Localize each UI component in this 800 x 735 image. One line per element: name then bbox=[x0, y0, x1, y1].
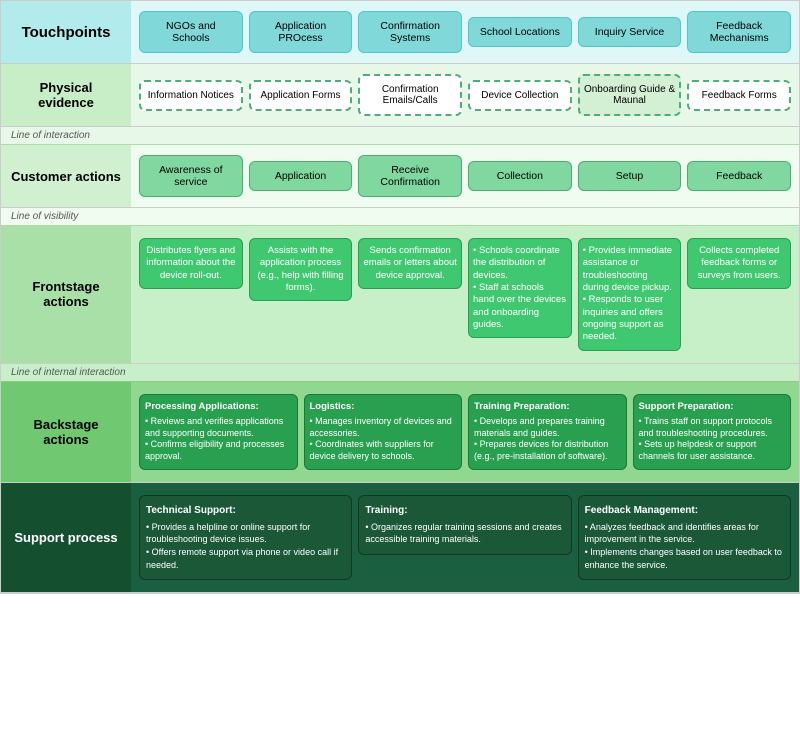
bs-title-2: Training Preparation: bbox=[474, 401, 621, 413]
frontstage-content: Distributes flyers and information about… bbox=[131, 226, 799, 363]
customer-actions-row: Customer actions Awareness of service Ap… bbox=[1, 145, 799, 208]
sp-text-0: • Provides a helpline or online support … bbox=[146, 521, 345, 571]
support-content: Technical Support: • Provides a helpline… bbox=[131, 483, 799, 592]
internal-line-label: Line of internal interaction bbox=[11, 367, 126, 378]
support-label-text: Support process bbox=[14, 530, 117, 545]
pe-item-5: Feedback Forms bbox=[687, 80, 791, 111]
bs-item-0: Processing Applications: • Reviews and v… bbox=[139, 394, 298, 470]
frontstage-label-text: Frontstage actions bbox=[11, 279, 121, 309]
sp-title-0: Technical Support: bbox=[146, 504, 345, 518]
physical-evidence-row: Physical evidence Information Notices Ap… bbox=[1, 64, 799, 127]
backstage-actions-label: Backstage actions bbox=[1, 382, 131, 482]
line-of-interaction: Line of interaction bbox=[1, 127, 799, 145]
fs-item-5: Collects completed feedback forms or sur… bbox=[687, 238, 791, 289]
pe-item-3: Device Collection bbox=[468, 80, 572, 111]
bs-text-3: • Trains staff on support protocols and … bbox=[639, 416, 786, 463]
tp-item-1: Application PROcess bbox=[249, 11, 353, 53]
customer-actions-label: Customer actions bbox=[1, 145, 131, 207]
tp-item-4: Inquiry Service bbox=[578, 17, 682, 47]
ca-item-2: Receive Confirmation bbox=[358, 155, 462, 197]
frontstage-actions-row: Frontstage actions Distributes flyers an… bbox=[1, 226, 799, 364]
sp-text-1: • Organizes regular training sessions an… bbox=[365, 521, 564, 546]
sp-item-1: Training: • Organizes regular training s… bbox=[358, 495, 571, 555]
backstage-actions-row: Backstage actions Processing Application… bbox=[1, 382, 799, 483]
touchpoints-content: NGOs and Schools Application PROcess Con… bbox=[131, 1, 799, 63]
bs-text-1: • Manages inventory of devices and acces… bbox=[310, 416, 457, 463]
ca-item-0: Awareness of service bbox=[139, 155, 243, 197]
customer-label-text: Customer actions bbox=[11, 169, 121, 184]
pe-item-2: Confirmation Emails/Calls bbox=[358, 74, 462, 116]
bs-item-1: Logistics: • Manages inventory of device… bbox=[304, 394, 463, 470]
physical-content: Information Notices Application Forms Co… bbox=[131, 64, 799, 126]
ca-item-5: Feedback bbox=[687, 161, 791, 191]
ca-item-1: Application bbox=[249, 161, 353, 191]
customer-content: Awareness of service Application Receive… bbox=[131, 145, 799, 207]
backstage-content: Processing Applications: • Reviews and v… bbox=[131, 382, 799, 482]
tp-item-3: School Locations bbox=[468, 17, 572, 47]
fs-item-3: • Schools coordinate the distribution of… bbox=[468, 238, 572, 338]
fs-item-2: Sends confirmation emails or letters abo… bbox=[358, 238, 462, 289]
bs-item-3: Support Preparation: • Trains staff on s… bbox=[633, 394, 792, 470]
touchpoints-label: Touchpoints bbox=[1, 1, 131, 63]
pe-item-1: Application Forms bbox=[249, 80, 353, 111]
ca-item-4: Setup bbox=[578, 161, 682, 191]
backstage-label-text: Backstage actions bbox=[11, 417, 121, 447]
pe-item-0: Information Notices bbox=[139, 80, 243, 111]
bs-title-1: Logistics: bbox=[310, 401, 457, 413]
sp-title-2: Feedback Management: bbox=[585, 504, 784, 518]
fs-item-0: Distributes flyers and information about… bbox=[139, 238, 243, 289]
ca-item-3: Collection bbox=[468, 161, 572, 191]
tp-item-5: Feedback Mechanisms bbox=[687, 11, 791, 53]
line-of-internal-interaction: Line of internal interaction bbox=[1, 364, 799, 382]
bs-text-2: • Develops and prepares training materia… bbox=[474, 416, 621, 463]
pe-item-4: Onboarding Guide & Maunal bbox=[578, 74, 682, 116]
bs-text-0: • Reviews and verifies applications and … bbox=[145, 416, 292, 463]
support-process-row: Support process Technical Support: • Pro… bbox=[1, 483, 799, 593]
visibility-line-label: Line of visibility bbox=[11, 211, 78, 222]
bs-title-3: Support Preparation: bbox=[639, 401, 786, 413]
physical-label-text: Physical evidence bbox=[11, 80, 121, 110]
sp-text-2: • Analyzes feedback and identifies areas… bbox=[585, 521, 784, 571]
physical-evidence-label: Physical evidence bbox=[1, 64, 131, 126]
sp-title-1: Training: bbox=[365, 504, 564, 518]
touchpoints-row: Touchpoints NGOs and Schools Application… bbox=[1, 1, 799, 64]
line-of-visibility: Line of visibility bbox=[1, 208, 799, 226]
tp-item-0: NGOs and Schools bbox=[139, 11, 243, 53]
touchpoints-label-text: Touchpoints bbox=[22, 24, 111, 41]
sp-item-2: Feedback Management: • Analyzes feedback… bbox=[578, 495, 791, 580]
service-blueprint-diagram: Touchpoints NGOs and Schools Application… bbox=[0, 0, 800, 594]
interaction-line-label: Line of interaction bbox=[11, 130, 90, 141]
tp-item-2: Confirmation Systems bbox=[358, 11, 462, 53]
fs-item-4: • Provides immediate assistance or troub… bbox=[578, 238, 682, 351]
sp-item-0: Technical Support: • Provides a helpline… bbox=[139, 495, 352, 580]
bs-title-0: Processing Applications: bbox=[145, 401, 292, 413]
support-process-label: Support process bbox=[1, 483, 131, 592]
bs-item-2: Training Preparation: • Develops and pre… bbox=[468, 394, 627, 470]
fs-item-1: Assists with the application process (e.… bbox=[249, 238, 353, 301]
frontstage-actions-label: Frontstage actions bbox=[1, 226, 131, 363]
